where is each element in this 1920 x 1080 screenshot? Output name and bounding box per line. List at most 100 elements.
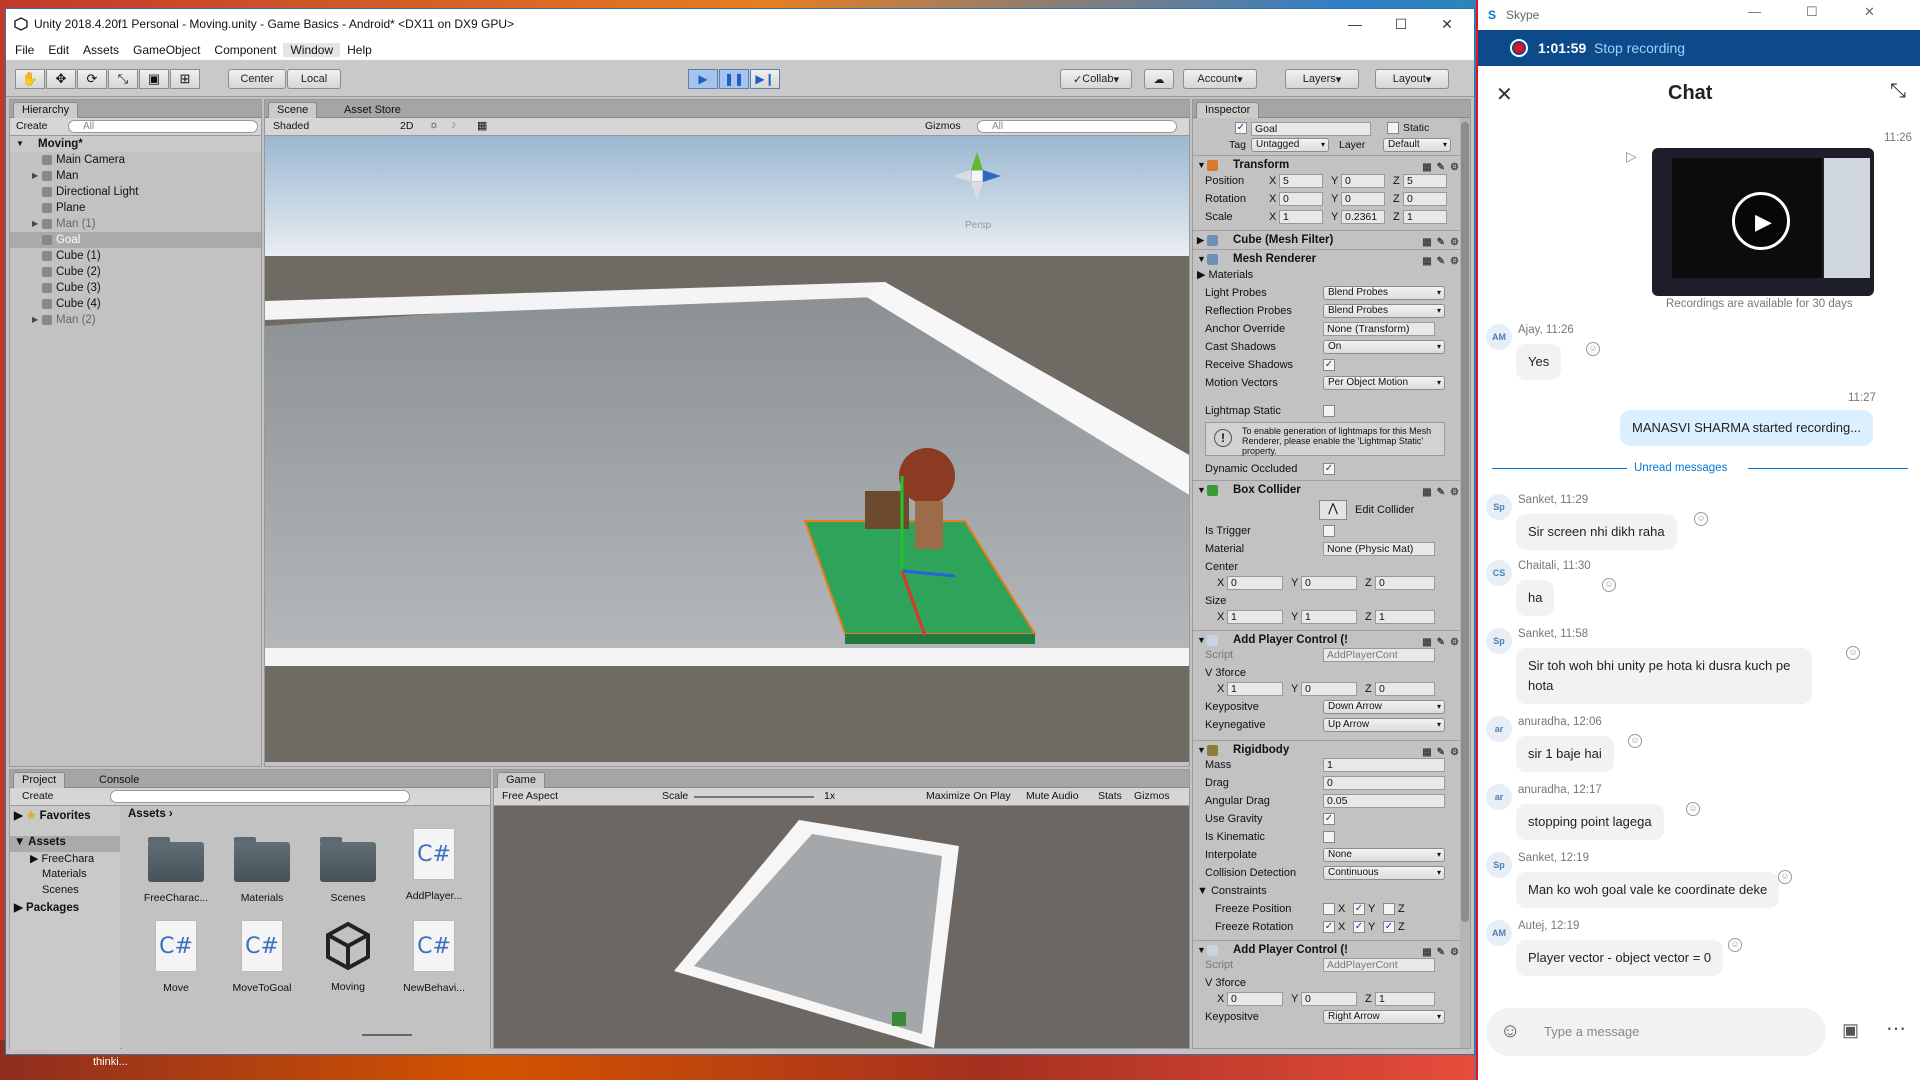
favorites-item[interactable]: ▶ ★ Favorites <box>14 808 91 822</box>
hierarchy-item[interactable]: Directional Light <box>10 184 261 200</box>
hierarchy-item[interactable]: Cube (2) <box>10 264 261 280</box>
tab-console[interactable]: Console <box>90 772 148 788</box>
hand-tool-icon[interactable]: ✋ <box>15 69 45 89</box>
asset-folder[interactable]: Materials <box>226 837 298 904</box>
use-gravity-checkbox[interactable]: ✓ <box>1323 813 1335 825</box>
minimize-button[interactable]: — <box>1332 9 1378 39</box>
shading-dropdown[interactable]: Shaded <box>273 120 309 132</box>
rect-tool-icon[interactable]: ▣ <box>139 69 169 89</box>
interpolate-dropdown[interactable]: None <box>1323 848 1445 862</box>
keynegative-dropdown[interactable]: Up Arrow <box>1323 718 1445 732</box>
scale-y-field[interactable]: 0.2361 <box>1341 210 1385 224</box>
vforce-y-field[interactable]: 0 <box>1301 682 1357 696</box>
scale-x-field[interactable]: 1 <box>1279 210 1323 224</box>
vforce-2-y-field[interactable]: 0 <box>1301 992 1357 1006</box>
scene-gizmos-dropdown[interactable]: Gizmos <box>925 120 961 132</box>
react-icon[interactable]: ☺ <box>1778 870 1792 884</box>
account-dropdown[interactable]: Account ▾ <box>1183 69 1257 89</box>
keypositive-dropdown[interactable]: Down Arrow <box>1323 700 1445 714</box>
avatar[interactable]: ar <box>1486 716 1512 742</box>
rotation-z-field[interactable]: 0 <box>1403 192 1447 206</box>
assets-breadcrumb[interactable]: Assets › <box>128 808 173 820</box>
react-icon[interactable]: ☺ <box>1628 734 1642 748</box>
pivot-center-button[interactable]: Center <box>228 69 286 89</box>
inspector-scrollbar[interactable] <box>1460 118 1470 1048</box>
message-bubble[interactable]: Sir toh woh bhi unity pe hota ki dusra k… <box>1516 648 1812 704</box>
message-input[interactable]: Type a message <box>1544 1024 1639 1039</box>
forward-icon[interactable]: ▷ <box>1626 148 1637 165</box>
asset-script[interactable]: C# MoveToGoal <box>226 920 298 994</box>
script-2-field[interactable]: AddPlayerCont <box>1323 958 1435 972</box>
recording-video-thumbnail[interactable]: ▶ <box>1652 148 1874 296</box>
anchor-override-field[interactable]: None (Transform) <box>1323 322 1435 336</box>
menu-gameobject[interactable]: GameObject <box>126 43 207 57</box>
menu-window[interactable]: Window <box>283 42 341 57</box>
menu-component[interactable]: Component <box>207 43 283 57</box>
lightmap-static-checkbox[interactable] <box>1323 405 1335 417</box>
tab-project[interactable]: Project <box>13 772 66 788</box>
tab-asset-store[interactable]: Asset Store <box>335 102 410 118</box>
center-y-field[interactable]: 0 <box>1301 576 1357 590</box>
icon-size-slider[interactable] <box>362 1034 412 1036</box>
constraints-row[interactable]: ▼ Constraints <box>1193 884 1470 899</box>
avatar[interactable]: CS <box>1486 560 1512 586</box>
game-gizmos-dropdown[interactable]: Gizmos <box>1134 790 1170 802</box>
hierarchy-search-input[interactable]: All <box>68 120 258 133</box>
message-bubble[interactable]: Yes <box>1516 344 1562 380</box>
player-control-header[interactable]: ▼ Add Player Control (! ▦✎⚙ <box>1193 630 1470 648</box>
react-icon[interactable]: ☺ <box>1728 938 1742 952</box>
freeze-pos-z-checkbox[interactable] <box>1383 903 1395 915</box>
vforce-2-x-field[interactable]: 0 <box>1227 992 1283 1006</box>
menu-assets[interactable]: Assets <box>76 43 126 57</box>
menu-file[interactable]: File <box>8 43 41 57</box>
avatar[interactable]: Sp <box>1486 628 1512 654</box>
scene-viewport[interactable]: Persp <box>265 136 1189 762</box>
tag-dropdown[interactable]: Untagged <box>1251 138 1329 152</box>
maximize-button[interactable]: ☐ <box>1378 9 1424 39</box>
react-icon[interactable]: ☺ <box>1694 512 1708 526</box>
size-x-field[interactable]: 1 <box>1227 610 1283 624</box>
expand-icon[interactable]: ⤡ <box>1890 80 1906 103</box>
hierarchy-item[interactable]: ▶ Man (1) <box>10 216 261 232</box>
project-search-input[interactable] <box>110 790 410 803</box>
is-kinematic-checkbox[interactable] <box>1323 831 1335 843</box>
avatar[interactable]: Sp <box>1486 494 1512 520</box>
asset-folder[interactable]: Scenes <box>312 837 384 904</box>
message-bubble[interactable]: Man ko woh goal vale ke coordinate deke <box>1516 872 1780 908</box>
scale-z-field[interactable]: 1 <box>1403 210 1447 224</box>
box-collider-header[interactable]: ▼ Box Collider ▦✎⚙ <box>1193 480 1470 498</box>
aspect-dropdown[interactable]: Free Aspect <box>502 790 558 802</box>
center-z-field[interactable]: 0 <box>1375 576 1435 590</box>
mute-audio-toggle[interactable]: Mute Audio <box>1026 790 1079 802</box>
assets-tree-item[interactable]: ▼ Assets <box>10 836 120 852</box>
motion-vectors-dropdown[interactable]: Per Object Motion <box>1323 376 1445 390</box>
script-field[interactable]: AddPlayerCont <box>1323 648 1435 662</box>
step-button[interactable]: ▶❙ <box>750 69 780 89</box>
skype-maximize-button[interactable]: ☐ <box>1806 4 1818 20</box>
hierarchy-item[interactable]: Plane <box>10 200 261 216</box>
pause-button[interactable]: ❚❚ <box>719 69 749 89</box>
layers-dropdown[interactable]: Layers ▾ <box>1285 69 1359 89</box>
light-probes-dropdown[interactable]: Blend Probes <box>1323 286 1445 300</box>
vforce-2-z-field[interactable]: 1 <box>1375 992 1435 1006</box>
collision-detection-dropdown[interactable]: Continuous <box>1323 866 1445 880</box>
position-x-field[interactable]: 5 <box>1279 174 1323 188</box>
emoji-icon[interactable]: ☺ <box>1500 1020 1520 1043</box>
vforce-x-field[interactable]: 1 <box>1227 682 1283 696</box>
transform-header[interactable]: ▼ Transform ▦✎⚙ <box>1193 155 1470 173</box>
rigidbody-header[interactable]: ▼ Rigidbody ▦✎⚙ <box>1193 740 1470 758</box>
message-bubble[interactable]: Sir screen nhi dikh raha <box>1516 514 1677 550</box>
react-icon[interactable]: ☺ <box>1846 646 1860 660</box>
avatar[interactable]: ar <box>1486 784 1512 810</box>
tree-materials[interactable]: Materials <box>42 868 87 880</box>
stats-toggle[interactable]: Stats <box>1098 790 1122 802</box>
project-create-button[interactable]: Create <box>22 790 54 802</box>
asset-script[interactable]: C# NewBehavi... <box>398 920 470 994</box>
pivot-local-button[interactable]: Local <box>287 69 341 89</box>
rotation-x-field[interactable]: 0 <box>1279 192 1323 206</box>
static-checkbox[interactable] <box>1387 122 1399 134</box>
hierarchy-item[interactable]: Main Camera <box>10 152 261 168</box>
scale-slider[interactable] <box>694 796 814 798</box>
edit-collider-icon[interactable]: ⋀ <box>1319 500 1347 520</box>
game-viewport[interactable] <box>494 806 1189 1048</box>
